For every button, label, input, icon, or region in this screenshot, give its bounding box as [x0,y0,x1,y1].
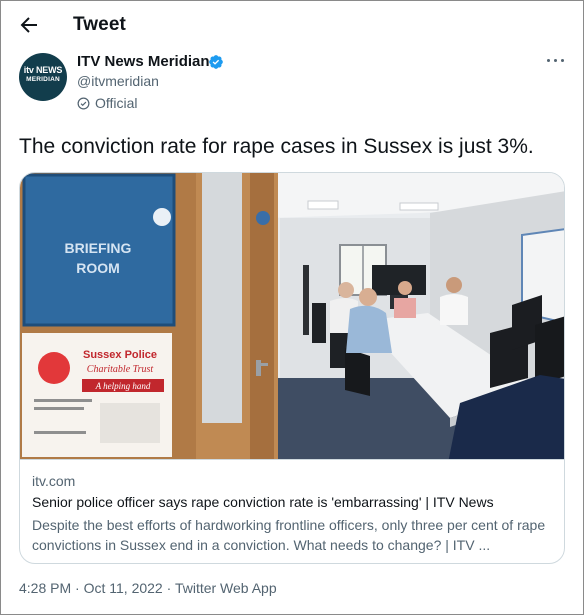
more-horizontal-icon[interactable] [547,59,565,65]
more-dot [547,59,550,62]
card-image[interactable]: BRIEFING ROOM Sussex Police Charitable T… [20,173,565,459]
link-card[interactable]: BRIEFING ROOM Sussex Police Charitable T… [19,172,565,564]
arrow-left-icon[interactable] [17,13,41,37]
page-title: Tweet [73,14,126,35]
poster-text-line3: A helping hand [95,381,151,391]
card-title: Senior police officer says rape convicti… [32,494,494,510]
author-handle[interactable]: @itvmeridian [77,73,159,89]
card-domain: itv.com [32,473,76,489]
more-dot [561,59,564,62]
poster-text-line2: Charitable Trust [87,364,154,375]
top-bar: Tweet [1,1,583,51]
tweet-source[interactable]: Twitter Web App [175,580,277,596]
tweet-date[interactable]: Oct 11, 2022 [84,580,163,596]
tweet-text: The conviction rate for rape cases in Su… [19,135,534,158]
tweet-meta: 4:28 PM · Oct 11, 2022 · Twitter Web App [19,580,277,596]
card-body[interactable]: itv.com Senior police officer says rape … [20,459,564,563]
sign-text-line2: ROOM [76,260,120,276]
more-dot [554,59,557,62]
check-circle-icon [77,97,90,110]
avatar-logo-subtext: MERIDIAN [26,76,60,83]
avatar[interactable]: itv NEWS MERIDIAN [19,53,67,101]
official-label: Official [95,95,138,111]
meta-separator: · [71,580,84,596]
tweet-time[interactable]: 4:28 PM [19,580,71,596]
verified-badge-icon [209,55,223,69]
tweet-page: Tweet itv NEWS MERIDIAN ITV News Meridia… [0,0,584,615]
avatar-logo-text: itv NEWS [23,65,63,75]
meta-separator: · [162,580,175,596]
card-description: Despite the best efforts of hardworking … [32,517,546,553]
poster-text-line1: Sussex Police [83,349,157,361]
sign-text-line1: BRIEFING [65,240,132,256]
author-name[interactable]: ITV News Meridian [77,53,210,70]
